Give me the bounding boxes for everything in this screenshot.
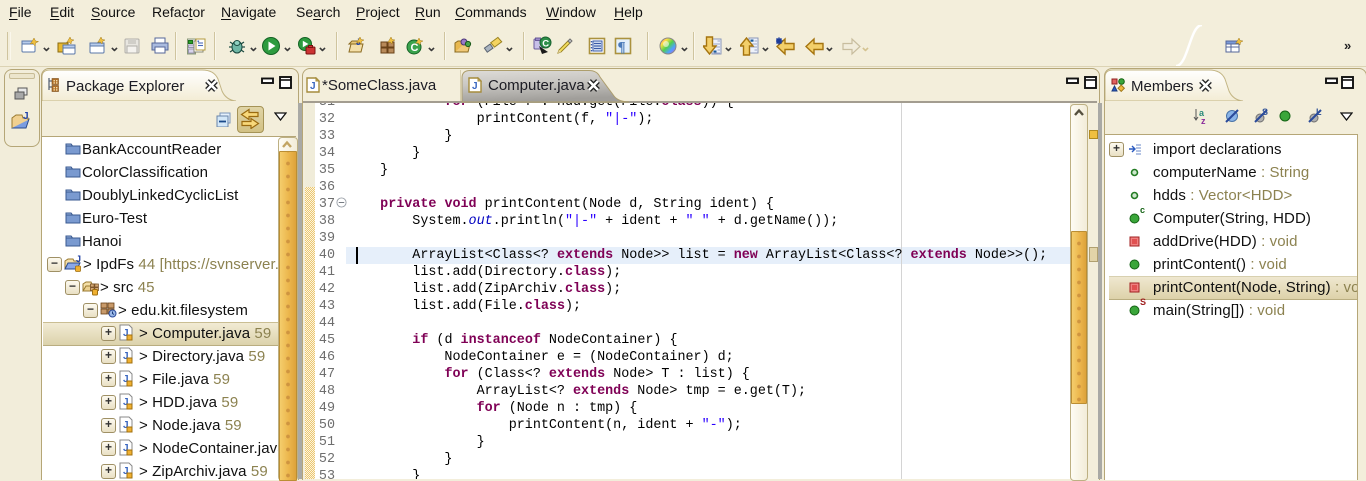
svg-text:¶: ¶	[618, 40, 626, 56]
svg-text:J: J	[76, 255, 81, 264]
svg-text:J: J	[23, 111, 29, 122]
svg-text:J: J	[472, 81, 478, 92]
svg-text:C: C	[411, 42, 419, 54]
svg-text:z: z	[1201, 116, 1206, 125]
svg-text:J: J	[310, 81, 316, 92]
svg-text:C: C	[542, 39, 549, 50]
